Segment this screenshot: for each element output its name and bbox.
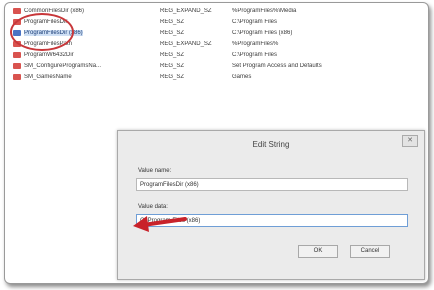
registry-value-name-text: ProgramW6432Dir — [24, 51, 74, 58]
registry-row[interactable]: CommonFilesDir (x86) REG_EXPAND_SZ %Progra… — [13, 5, 423, 16]
value-name-label: Value name: — [138, 168, 172, 174]
registry-value-data: Games — [232, 73, 252, 80]
registry-value-type: REG_EXPAND_SZ — [160, 40, 212, 47]
close-button[interactable]: ✕ — [402, 135, 418, 147]
registry-value-name: SM_ConfigureProgramsNa... — [13, 62, 156, 69]
highlight-annotation-oval — [10, 13, 74, 51]
registry-row[interactable]: ProgramFilesDir (x86) REG_SZ C:\Program Fi… — [13, 27, 423, 38]
registry-row[interactable]: SM_ConfigureProgramsNa... REG_SZ Set Progr… — [13, 60, 423, 71]
value-name-field[interactable]: ProgramFilesDir (x86) — [136, 178, 408, 191]
registry-row[interactable]: ProgramFilesDir REG_SZ C:\Program Files — [13, 16, 423, 27]
edit-string-dialog: Edit String ✕ Value name: ProgramFilesDi… — [117, 130, 425, 280]
registry-value-type: REG_SZ — [160, 73, 185, 80]
registry-value-type: REG_SZ — [160, 29, 185, 36]
registry-value-data: C:\Program Files (x86) — [232, 29, 293, 36]
string-value-icon — [13, 7, 21, 14]
registry-value-data: %ProgramFiles%\Media — [232, 7, 297, 14]
registry-row[interactable]: ProgramFilesPath REG_EXPAND_SZ %ProgramFil… — [13, 38, 423, 49]
registry-value-type: REG_SZ — [160, 62, 185, 69]
registry-value-data: C:\Program Files — [232, 51, 278, 58]
registry-value-name: SM_GamesName — [13, 73, 156, 80]
dialog-title: Edit String — [252, 139, 290, 149]
registry-value-name: ProgramW6432Dir — [13, 51, 156, 58]
string-value-icon — [13, 73, 21, 80]
red-arrow-annotation — [133, 216, 187, 232]
registry-value-name-text: SM_GamesName — [24, 73, 72, 80]
registry-value-type: REG_SZ — [160, 18, 185, 25]
value-data-label: Value data: — [138, 204, 168, 210]
registry-value-type: REG_SZ — [160, 51, 185, 58]
registry-values-table: CommonFilesDir (x86) REG_EXPAND_SZ %Progra… — [13, 5, 423, 82]
dialog-titlebar: Edit String ✕ — [118, 131, 424, 157]
registry-row[interactable]: ProgramW6432Dir REG_SZ C:\Program Files — [13, 49, 423, 60]
screenshot-frame: CommonFilesDir (x86) REG_EXPAND_SZ %Progra… — [4, 2, 429, 284]
registry-row[interactable]: SM_GamesName REG_SZ Games — [13, 71, 423, 82]
registry-value-name-text: SM_ConfigureProgramsNa... — [24, 62, 102, 69]
registry-value-data: Set Program Access and Defaults — [232, 62, 322, 69]
cancel-button[interactable]: Cancel — [350, 245, 390, 258]
string-value-icon — [13, 51, 21, 58]
close-icon: ✕ — [407, 137, 413, 144]
ok-button[interactable]: OK — [298, 245, 338, 258]
registry-value-type: REG_EXPAND_SZ — [160, 7, 212, 14]
registry-value-data: %ProgramFiles% — [232, 40, 279, 47]
registry-value-data: C:\Program Files — [232, 18, 278, 25]
registry-value-name-text: CommonFilesDir (x86) — [24, 7, 85, 14]
string-value-icon — [13, 62, 21, 69]
